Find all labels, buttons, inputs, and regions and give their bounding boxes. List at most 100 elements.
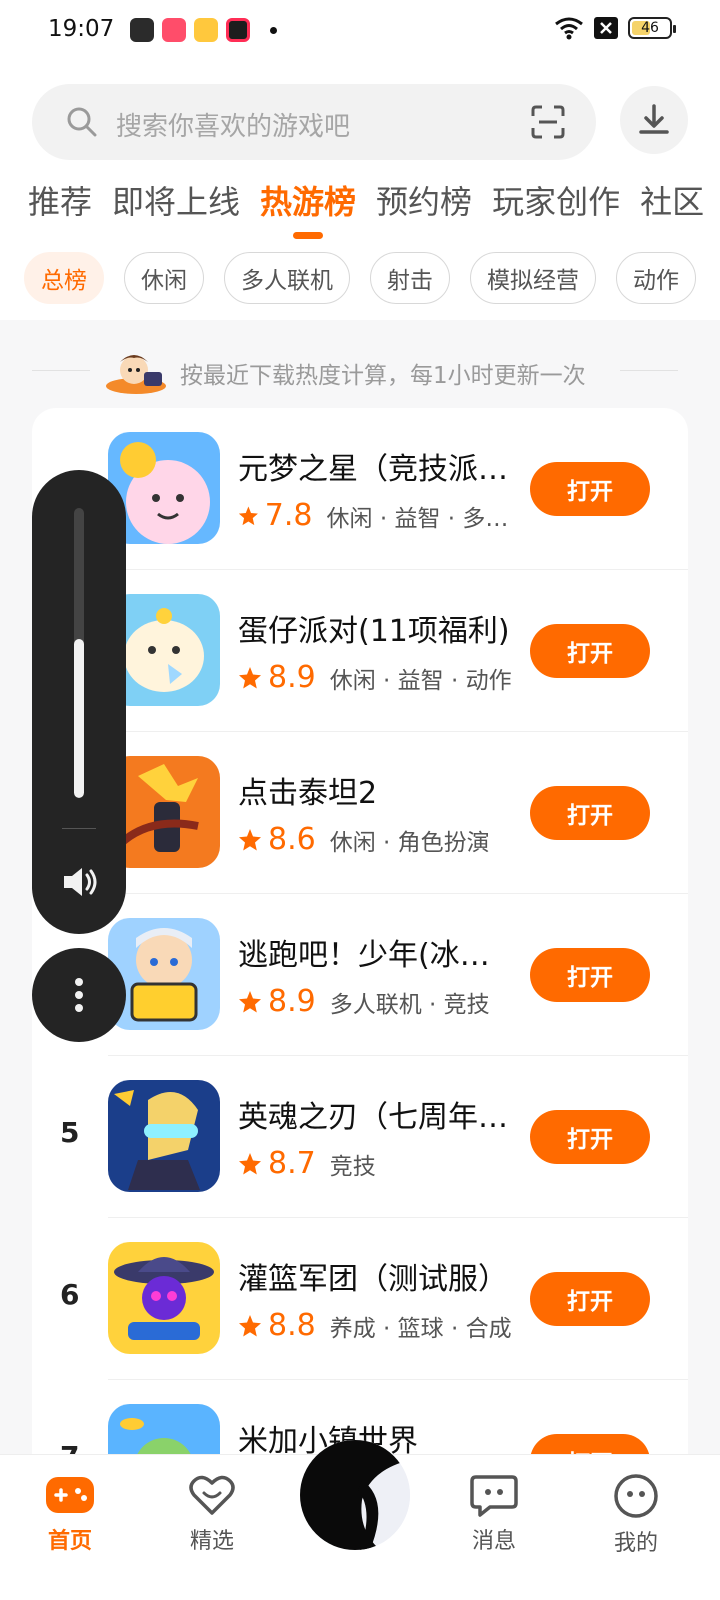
battery-icon: 46 [628, 17, 676, 39]
nav-profile[interactable]: 我的 [586, 1473, 686, 1557]
game-title: 蛋仔派对(11项福利) [238, 614, 510, 649]
tab-indicator [293, 232, 324, 239]
chip-casual[interactable]: 休闲 [124, 252, 204, 304]
list-item[interactable]: 点击泰坦2 8.6 休闲 · 角色扮演 打开 [32, 732, 688, 894]
game-title: 逃跑吧！少年(冰雪节) [238, 938, 518, 973]
status-time: 19:07 [48, 16, 115, 42]
game-tags: 竞技 [329, 1153, 376, 1180]
game-tags: 多人联机 · 竞技 [329, 991, 490, 1018]
game-title: 点击泰坦2 [238, 776, 378, 811]
open-button[interactable]: 打开 [530, 1110, 650, 1164]
tab-community[interactable]: 社区 [640, 180, 704, 240]
nav-messages-label: 消息 [471, 1529, 516, 1554]
download-icon [639, 104, 669, 134]
profile-icon [614, 1474, 658, 1518]
open-button[interactable]: 打开 [530, 462, 650, 516]
star-icon [239, 1152, 261, 1174]
game-meta: 8.9 多人联机 · 竞技 [238, 984, 524, 1019]
notice-text: 按最近下载热度计算，每1小时更新一次 [180, 363, 586, 389]
ranking-list: 元梦之星（竞技派对） 7.8 休闲 · 益智 · 多人联机 打开 蛋仔派对(11… [32, 408, 688, 1488]
chip-all[interactable]: 总榜 [24, 252, 104, 304]
notice-divider-right [620, 370, 678, 371]
star-icon [239, 1314, 261, 1336]
nav-home-label: 首页 [47, 1529, 92, 1554]
game-tags: 休闲 · 角色扮演 [329, 829, 490, 856]
game-icon [108, 1242, 220, 1354]
star-icon [238, 505, 258, 525]
chip-multiplayer[interactable]: 多人联机 [224, 252, 350, 304]
status-right: 46 [554, 16, 676, 40]
search-input[interactable]: 搜索你喜欢的游戏吧 [32, 84, 596, 160]
notice-divider-left [32, 370, 90, 371]
scan-icon[interactable] [530, 104, 566, 140]
chip-action[interactable]: 动作 [616, 252, 696, 304]
update-notice: 按最近下载热度计算，每1小时更新一次 [0, 348, 720, 394]
mascot-icon [106, 355, 166, 394]
nav-featured[interactable]: 精选 [162, 1473, 262, 1555]
game-icon [108, 918, 220, 1030]
game-rating: 8.7 [268, 1146, 316, 1181]
heart-app-icon [194, 18, 218, 42]
status-bar: 19:07 46 [0, 0, 720, 64]
star-icon [239, 990, 261, 1012]
camera-app-icon [226, 18, 250, 42]
more-options-button[interactable] [32, 948, 126, 1042]
chip-shooter[interactable]: 射击 [370, 252, 450, 304]
game-meta: 8.9 休闲 · 益智 · 动作 [238, 660, 524, 695]
star-icon [239, 666, 261, 688]
game-meta: 8.7 竞技 [238, 1146, 524, 1181]
game-meta: 7.8 休闲 · 益智 · 多人联机 [238, 498, 524, 533]
nav-featured-label: 精选 [189, 1529, 234, 1554]
more-vertical-icon [75, 978, 83, 1012]
game-title: 元梦之星（竞技派对） [238, 452, 518, 487]
nav-home[interactable]: 首页 [20, 1473, 120, 1555]
game-rating: 8.6 [268, 822, 316, 857]
volume-slider[interactable] [74, 508, 84, 798]
search-icon [67, 107, 97, 137]
open-button[interactable]: 打开 [530, 624, 650, 678]
speaker-icon[interactable] [60, 864, 100, 900]
chip-simulation[interactable]: 模拟经营 [470, 252, 596, 304]
game-rating: 8.8 [268, 1308, 316, 1343]
battery-level: 46 [641, 20, 659, 36]
category-tabs: 推荐 即将上线 热游榜 预约榜 玩家创作 社区 [28, 180, 720, 240]
volume-level [74, 638, 84, 798]
volume-divider [62, 828, 96, 829]
game-title: 灌篮军团（测试服） [238, 1262, 508, 1297]
tab-upcoming[interactable]: 即将上线 [112, 180, 240, 240]
nav-messages[interactable]: 消息 [444, 1473, 544, 1555]
open-button[interactable]: 打开 [530, 1272, 650, 1326]
list-item[interactable]: 5 英魂之刃（七周年庆） 8.7 竞技 打开 [32, 1056, 688, 1218]
center-avatar[interactable] [300, 1440, 410, 1550]
list-item[interactable]: 逃跑吧！少年(冰雪节) 8.9 多人联机 · 竞技 打开 [32, 894, 688, 1056]
nav-profile-label: 我的 [613, 1531, 658, 1556]
game-tags: 休闲 · 益智 · 动作 [329, 667, 512, 694]
search-placeholder: 搜索你喜欢的游戏吧 [116, 112, 351, 142]
close-box-icon [594, 17, 618, 39]
rank-number: 6 [60, 1278, 80, 1311]
open-button[interactable]: 打开 [530, 786, 650, 840]
tab-recommend[interactable]: 推荐 [28, 180, 92, 240]
game-rating: 8.9 [268, 660, 316, 695]
game-title: 英魂之刃（七周年庆） [238, 1100, 518, 1135]
volume-panel [32, 470, 126, 934]
list-item[interactable]: 6 灌篮军团（测试服） 8.8 养成 · 篮球 · 合成 打开 [32, 1218, 688, 1380]
game-meta: 8.6 休闲 · 角色扮演 [238, 822, 524, 857]
game-tags: 养成 · 篮球 · 合成 [329, 1315, 512, 1342]
tab-player-creation[interactable]: 玩家创作 [492, 180, 620, 240]
tab-reservation[interactable]: 预约榜 [376, 180, 472, 240]
game-icon [108, 1080, 220, 1192]
wifi-icon [555, 17, 583, 40]
chat-icon [470, 1475, 518, 1517]
video-app-icon [162, 18, 186, 42]
dot-icon [270, 26, 277, 34]
tab-hot-games[interactable]: 热游榜 [260, 180, 356, 240]
star-icon [239, 828, 261, 850]
game-tags: 休闲 · 益智 · 多人联机 [326, 505, 524, 532]
filter-chips: 总榜 休闲 多人联机 射击 模拟经营 动作 [24, 252, 720, 304]
gamepad-icon [46, 1477, 94, 1513]
open-button[interactable]: 打开 [530, 948, 650, 1002]
list-item[interactable]: 元梦之星（竞技派对） 7.8 休闲 · 益智 · 多人联机 打开 [32, 408, 688, 570]
download-button[interactable] [620, 86, 688, 154]
list-item[interactable]: 蛋仔派对(11项福利) 8.9 休闲 · 益智 · 动作 打开 [32, 570, 688, 732]
